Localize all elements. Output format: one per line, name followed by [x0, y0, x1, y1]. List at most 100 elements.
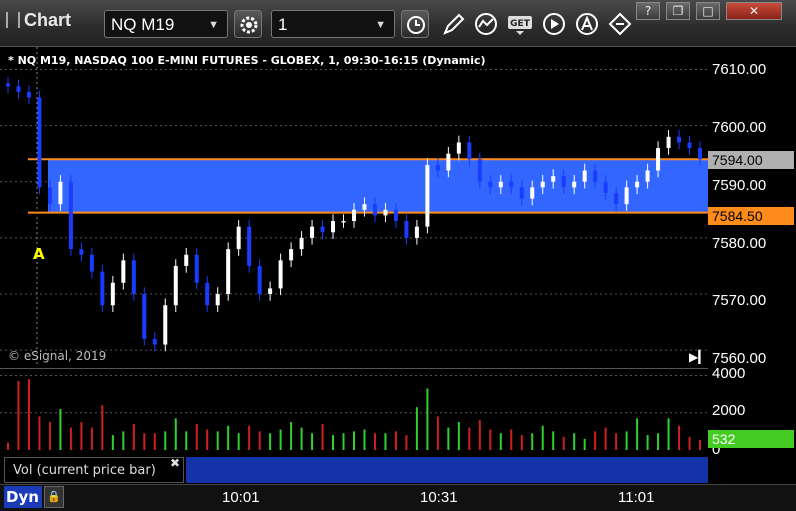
candle-body [142, 294, 147, 339]
studies-button[interactable] [472, 10, 500, 38]
lock-icon[interactable]: 🔒 [44, 486, 64, 508]
link-icon [608, 12, 632, 36]
price-tick-label: 7580.00 [712, 235, 767, 252]
symbol-value: NQ M19 [111, 15, 175, 34]
candle-body [89, 254, 94, 272]
candle-body [624, 187, 629, 205]
scroll-to-end-icon[interactable]: ▶▎ [689, 350, 707, 364]
candle-body [352, 209, 356, 222]
candle-body [278, 260, 283, 289]
chevron-down-icon: ▼ [375, 19, 386, 31]
candle-body [645, 170, 650, 182]
draw-button[interactable] [440, 10, 468, 38]
price-chart[interactable] [0, 47, 708, 367]
candle-body [614, 192, 619, 205]
clock-icon [407, 16, 425, 34]
candle-body [299, 237, 304, 250]
candle-body [215, 294, 220, 306]
interval-select[interactable]: 1 ▼ [271, 10, 395, 38]
candle-body [383, 209, 388, 216]
candle-body [698, 148, 702, 160]
candle-body [551, 176, 556, 182]
chevron-down-icon: ▼ [208, 19, 219, 31]
price-tick-label: 7590.00 [712, 177, 767, 194]
restore-button[interactable]: ❐ [666, 2, 690, 20]
candle-body [320, 226, 325, 233]
candle-body [310, 226, 315, 238]
time-tick-label: 10:31 [420, 489, 458, 506]
toolbar: Chart NQ M19 ▼ 1 ▼ GET ? ❐ □ ✕ [0, 0, 796, 47]
study-icon [475, 13, 497, 35]
chart-window: Chart NQ M19 ▼ 1 ▼ GET ? ❐ □ ✕ * NQ M19,… [0, 0, 796, 511]
get-icon: GET [508, 16, 532, 35]
candle-body [152, 338, 157, 345]
candle-body [236, 226, 241, 250]
play-button[interactable] [540, 10, 568, 38]
symbol-settings-button[interactable] [234, 10, 262, 38]
price-band [48, 159, 708, 213]
candle-body [131, 260, 136, 295]
candle-body [341, 221, 346, 223]
time-tick-label: 10:01 [222, 489, 260, 506]
dynamic-button[interactable]: Dyn [4, 486, 42, 508]
level-price-badge: 7584.50 [708, 207, 794, 225]
candle-body [488, 181, 493, 188]
candle-body [68, 181, 73, 250]
get-button[interactable]: GET [506, 10, 534, 38]
candle-body [561, 176, 566, 188]
candle-body [247, 226, 252, 266]
candle-body [58, 181, 63, 205]
volume-tick-label: 2000 [712, 402, 746, 419]
candle-body [184, 254, 189, 266]
link-button[interactable] [606, 10, 634, 38]
candle-body [509, 181, 514, 188]
chart-header: * NQ M19, NASDAQ 100 E-MINI FUTURES - GL… [8, 54, 486, 67]
close-button[interactable]: ✕ [726, 2, 782, 20]
interval-clock-button[interactable] [401, 10, 429, 38]
candle-body [372, 204, 377, 216]
candle-body [37, 97, 42, 188]
candle-body [467, 142, 472, 160]
interval-value: 1 [278, 15, 288, 34]
volume-panel-label: Vol (current price bar) [4, 457, 184, 483]
candle-body [110, 282, 115, 306]
candle-body [26, 91, 31, 98]
candle-body [173, 265, 178, 306]
candle-body [477, 159, 482, 182]
candle-body [677, 136, 682, 143]
alert-button[interactable] [573, 10, 601, 38]
bar-marker: A [33, 245, 45, 263]
candle-body [456, 142, 461, 154]
pencil-icon [443, 13, 465, 35]
candle-body [656, 148, 661, 171]
time-axis[interactable] [0, 484, 796, 511]
candle-body [205, 282, 210, 306]
candle-body [226, 249, 231, 295]
candle-body [635, 181, 640, 188]
candle-body [540, 181, 545, 188]
candle-body [47, 187, 52, 205]
maximize-button[interactable]: □ [696, 2, 720, 20]
window-title[interactable]: Chart [6, 10, 71, 31]
candle-body [666, 136, 671, 149]
play-icon [543, 13, 565, 35]
help-button[interactable]: ? [636, 2, 660, 20]
current-volume-badge: 532 [708, 430, 794, 448]
time-tick-label: 11:01 [618, 489, 655, 506]
candle-body [194, 254, 199, 283]
close-icon[interactable]: ✖ [170, 456, 180, 470]
candle-body [79, 249, 84, 255]
candle-body [289, 249, 294, 261]
copyright: © eSignal, 2019 [8, 349, 107, 363]
candle-body [425, 164, 430, 227]
candle-body [121, 260, 126, 283]
current-price-badge: 7594.00 [708, 151, 794, 169]
price-tick-label: 7610.00 [712, 61, 767, 78]
candle-body [582, 170, 587, 182]
candle-body [687, 142, 692, 149]
volume-chart[interactable] [0, 368, 708, 456]
symbol-select[interactable]: NQ M19 ▼ [104, 10, 228, 38]
candle-body [163, 305, 168, 345]
window-title-label: Chart [24, 10, 72, 30]
grip-icon [6, 12, 20, 28]
